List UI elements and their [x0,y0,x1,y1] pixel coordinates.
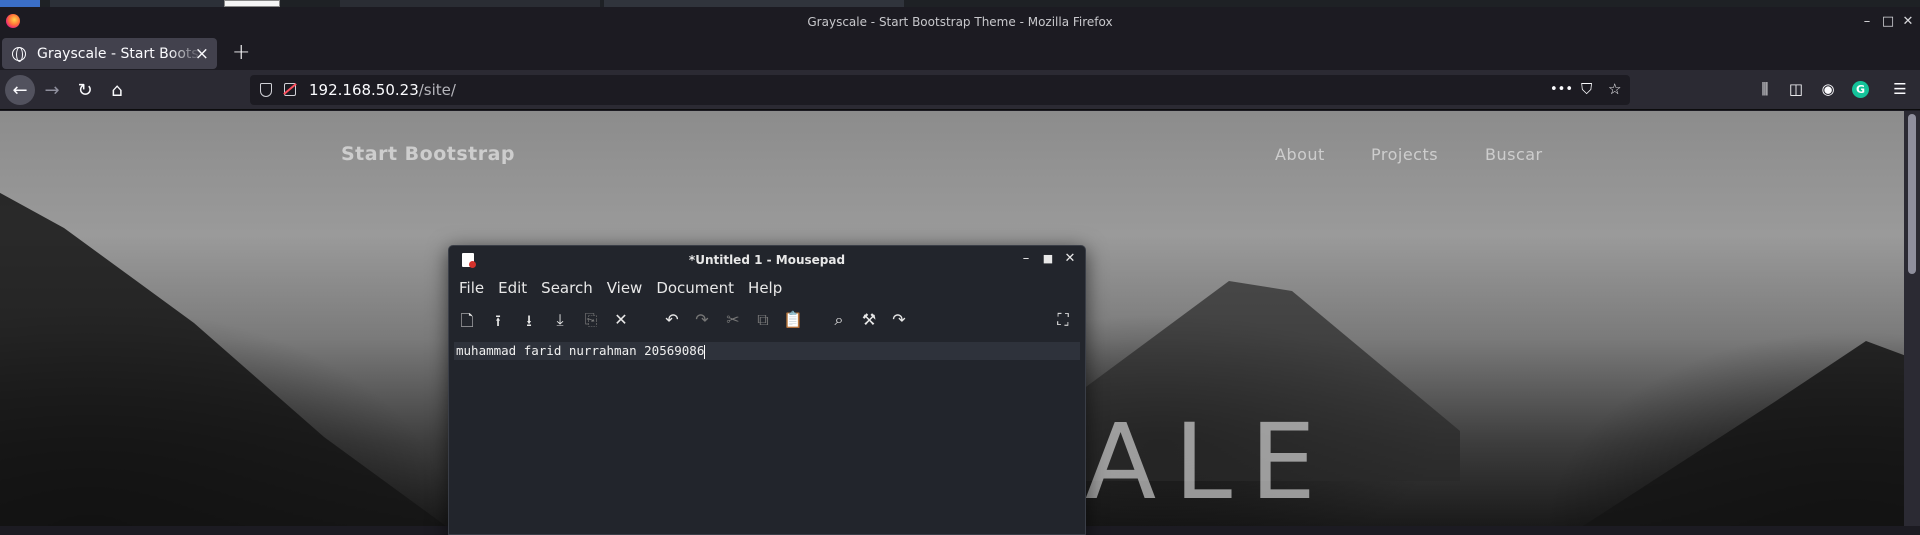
mousepad-close-icon[interactable]: ✕ [1063,251,1077,266]
menu-file[interactable]: File [459,279,484,297]
back-button[interactable]: ← [5,75,35,105]
home-button[interactable]: ⌂ [102,75,132,105]
account-icon[interactable]: ◉ [1817,80,1839,98]
text-caret [704,344,706,359]
window-title: Grayscale - Start Bootstrap Theme - Mozi… [807,15,1113,29]
go-to-line-icon[interactable]: ↷ [889,310,909,329]
insecure-lock-icon[interactable] [284,83,296,96]
tab-strip: Grayscale - Start Bootstrap Theme × + [0,37,1920,70]
maximize-icon[interactable]: □ [1880,14,1896,29]
close-icon[interactable]: ✕ [1900,14,1916,29]
menu-edit[interactable]: Edit [498,279,527,297]
save-file-icon[interactable]: ⭳ [519,310,539,337]
window-titlebar: Grayscale - Start Bootstrap Theme - Mozi… [0,7,1920,37]
undo-icon[interactable]: ↶ [662,310,682,329]
globe-icon [12,46,26,62]
nav-link-buscar[interactable]: Buscar [1485,145,1543,164]
mousepad-menubar: File Edit Search View Document Help [449,274,1085,301]
editor-text: muhammad farid nurrahman 20569086 [456,343,705,358]
pocket-icon[interactable]: ⛉ [1581,80,1592,98]
grammarly-extension-icon[interactable]: G [1852,81,1869,98]
copy-icon[interactable]: ⧉ [753,310,773,330]
menu-view[interactable]: View [607,279,643,297]
reload-button[interactable]: ↻ [70,75,100,105]
mousepad-window: *Untitled 1 - Mousepad – ■ ✕ File Edit S… [448,245,1086,535]
bookmark-star-icon[interactable]: ☆ [1608,80,1621,98]
sidebar-icon[interactable]: ◫ [1785,80,1807,98]
menu-hamburger-icon[interactable]: ☰ [1889,80,1911,98]
page-scrollbar[interactable] [1904,111,1920,526]
menu-search[interactable]: Search [541,279,593,297]
close-document-icon[interactable]: ✕ [611,310,631,329]
mousepad-app-icon [462,253,476,268]
mousepad-minimize-icon[interactable]: – [1019,251,1033,266]
scrollbar-thumb[interactable] [1908,114,1916,274]
os-taskbar-strip [0,0,1920,7]
new-document-icon[interactable]: 🗋 [457,310,477,337]
url-text[interactable]: 192.168.50.23/site/ [309,81,456,99]
nav-link-projects[interactable]: Projects [1371,145,1438,164]
url-host: 192.168.50.23 [309,81,419,99]
open-file-icon[interactable]: ⭱ [488,310,508,337]
find-replace-icon[interactable]: ⚒ [859,310,879,329]
find-icon[interactable]: ⌕ [829,310,849,330]
paste-icon[interactable]: 📋 [783,310,803,329]
save-as-icon[interactable]: ⤓ [550,310,570,330]
menu-help[interactable]: Help [748,279,782,297]
tab-title: Grayscale - Start Bootstrap Theme [37,45,202,62]
mountain-right [1560,341,1904,526]
mousepad-title: *Untitled 1 - Mousepad [688,253,846,267]
hero-heading: ALE [1085,401,1334,523]
tracking-shield-icon[interactable] [260,83,272,97]
nav-link-about[interactable]: About [1275,145,1325,164]
fullscreen-icon[interactable]: ⛶ [1053,310,1073,330]
url-path: /site/ [418,81,456,99]
cut-icon[interactable]: ✂ [723,310,743,329]
firefox-logo-icon [6,14,20,28]
redo-icon[interactable]: ↷ [692,310,712,329]
mousepad-titlebar[interactable]: *Untitled 1 - Mousepad – ■ ✕ [449,246,1085,274]
url-bar[interactable]: 192.168.50.23/site/ ••• ⛉ ☆ [250,75,1630,105]
reload-file-icon[interactable]: ⎘ [581,310,601,330]
forward-button[interactable]: → [37,75,67,105]
minimize-icon[interactable]: – [1859,14,1875,29]
mousepad-maximize-icon[interactable]: ■ [1041,252,1055,265]
site-brand[interactable]: Start Bootstrap [341,143,515,165]
mountain-left [0,171,480,526]
tab-grayscale[interactable]: Grayscale - Start Bootstrap Theme × [2,38,217,69]
library-icon[interactable]: ⫼ [1754,80,1776,98]
mousepad-editor[interactable]: muhammad farid nurrahman 20569086 [454,342,1080,532]
mousepad-toolbar: 🗋 ⭱ ⭳ ⤓ ⎘ ✕ ↶ ↷ ✂ ⧉ 📋 ⌕ ⚒ ↷ ⛶ [449,301,1085,337]
menu-document[interactable]: Document [656,279,734,297]
page-actions-icon[interactable]: ••• [1550,82,1573,97]
navigation-toolbar: ← → ↻ ⌂ 192.168.50.23/site/ ••• ⛉ ☆ ⫼ ◫ … [0,70,1920,110]
tab-close-icon[interactable]: × [195,44,209,64]
new-tab-button[interactable]: + [232,40,250,65]
editor-line[interactable]: muhammad farid nurrahman 20569086 [454,342,1080,360]
